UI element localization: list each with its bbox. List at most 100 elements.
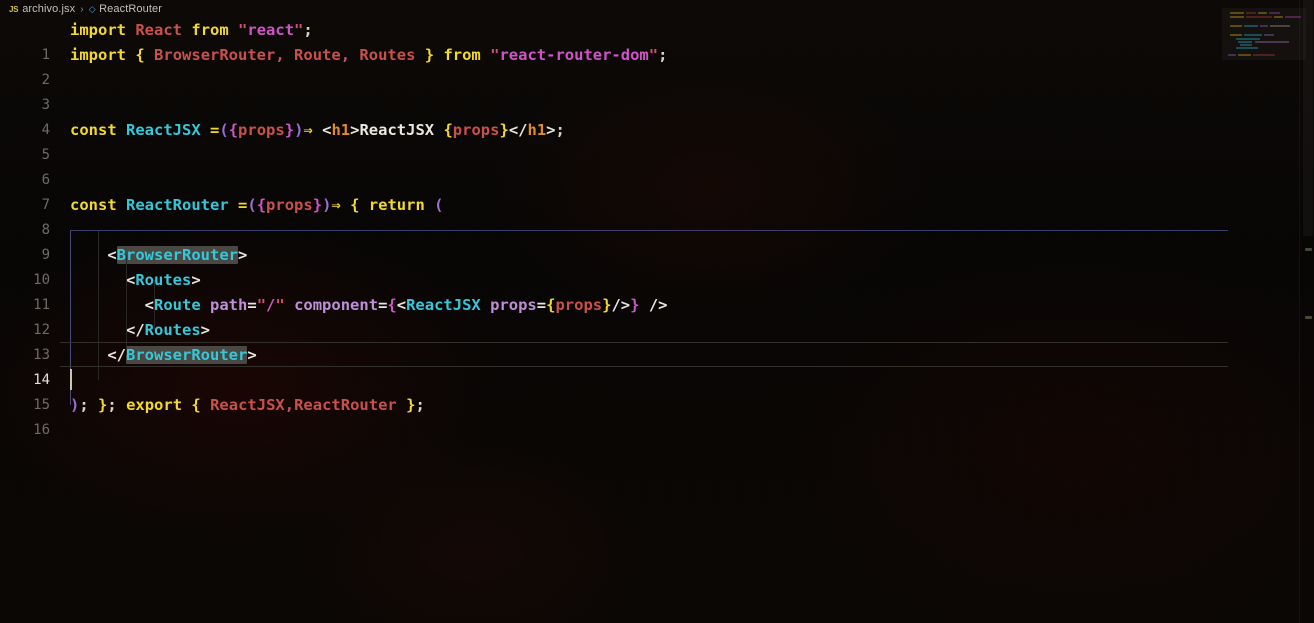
line-tokens[interactable]: const ReactJSX =({props})⇒ <h1>ReactJSX … <box>70 118 565 143</box>
minimap-row <box>1228 54 1236 56</box>
code-token: } <box>424 46 435 64</box>
minimap-row <box>1238 41 1252 43</box>
code-token: ) <box>70 396 80 414</box>
code-content-area[interactable]: 1 import React from "react"; 2 import { … <box>0 18 1314 623</box>
code-line[interactable]: 10 <BrowserRouter> <box>0 243 1314 288</box>
code-token: " <box>294 21 304 39</box>
code-token: ; <box>79 396 89 414</box>
code-token: react-router-dom <box>499 46 649 64</box>
scrollbar-thumb[interactable] <box>1303 0 1313 236</box>
code-token: , <box>340 46 351 64</box>
code-line[interactable]: 7 <box>0 168 1314 213</box>
code-token: component <box>294 296 379 314</box>
breadcrumb-symbol-name[interactable]: ReactRouter <box>99 3 162 15</box>
line-tokens[interactable]: </Routes> <box>70 318 210 343</box>
code-token: / <box>266 296 276 314</box>
code-token: react <box>247 21 295 39</box>
minimap-row <box>1260 25 1268 27</box>
scrollbar-marker <box>1305 248 1312 251</box>
line-tokens[interactable]: import React from "react"; <box>70 18 313 43</box>
code-token: = <box>247 296 257 314</box>
code-token: " <box>256 296 267 314</box>
code-line[interactable]: 13 </Routes> <box>0 318 1314 363</box>
line-tokens[interactable]: <Route path="/" component={<ReactJSX pro… <box>70 293 668 318</box>
code-token: /> <box>648 296 668 314</box>
code-token: ⇒ <box>303 121 313 139</box>
code-line[interactable]: 5 const ReactJSX =({props})⇒ <h1>ReactJS… <box>0 118 1314 163</box>
minimap-row <box>1244 25 1258 27</box>
line-tokens[interactable]: const ReactRouter =({props})⇒ { return ( <box>70 193 443 218</box>
code-token: const <box>70 196 117 214</box>
code-line[interactable]: 15 <box>0 368 1314 413</box>
code-token: ReactJSX <box>210 396 285 414</box>
code-token: , <box>284 396 295 414</box>
minimap-row <box>1255 41 1289 43</box>
minimap-row <box>1230 34 1242 36</box>
code-token: </ <box>107 346 126 364</box>
code-token: Route <box>154 296 201 314</box>
code-line[interactable]: 11 <Routes> <box>0 268 1314 313</box>
line-tokens[interactable]: import { BrowserRouter, Route, Routes } … <box>70 43 667 68</box>
vertical-scrollbar[interactable] <box>1300 0 1314 623</box>
code-line[interactable]: 2 import { BrowserRouter, Route, Routes … <box>0 43 1314 88</box>
code-line[interactable]: 6 <box>0 143 1314 188</box>
code-token: { <box>135 46 145 64</box>
code-token: export <box>126 396 183 414</box>
code-line[interactable]: 4 <box>0 93 1314 138</box>
code-line[interactable]: 8 const ReactRouter =({props})⇒ { return… <box>0 193 1314 238</box>
code-token: props <box>238 121 285 139</box>
minimap-row <box>1244 34 1262 36</box>
code-token: ⇒ <box>331 196 341 214</box>
symbol-icon: ◇ <box>88 3 96 14</box>
code-editor-root: JS archivo.jsx › ◇ ReactRouter 1 import … <box>0 0 1314 623</box>
minimap-row <box>1230 25 1242 27</box>
code-token: = <box>238 196 248 214</box>
code-line[interactable]: 1 import React from "react"; <box>0 18 1314 63</box>
code-token: , <box>275 46 285 64</box>
minimap-row <box>1236 47 1258 49</box>
code-line[interactable]: 12 <Route path="/" component={<ReactJSX … <box>0 293 1314 338</box>
code-token: from <box>191 21 229 39</box>
code-token: const <box>70 121 117 139</box>
code-token: > <box>200 321 211 339</box>
indent-guide-1 <box>98 230 99 380</box>
code-token: React <box>135 21 183 39</box>
breadcrumb-separator-icon: › <box>80 3 84 15</box>
code-token: </ <box>126 321 145 339</box>
line-tokens[interactable]: ); }; export { ReactJSX,ReactRouter }; <box>70 393 425 418</box>
code-token: = <box>210 121 220 139</box>
breadcrumb-file-name[interactable]: archivo.jsx <box>22 3 75 15</box>
code-token: < <box>396 296 407 314</box>
scrollbar-marker <box>1305 316 1312 319</box>
code-token: </ <box>508 121 528 139</box>
code-token: ; <box>107 396 117 414</box>
js-file-icon: JS <box>9 4 19 14</box>
code-token: ; <box>415 396 425 414</box>
code-token: { <box>191 396 201 414</box>
code-token: = <box>536 296 547 314</box>
code-token: BrowserRouter <box>126 346 248 364</box>
code-line-current[interactable]: 14 </BrowserRouter> <box>0 343 1314 388</box>
code-token: { <box>228 121 239 139</box>
code-line[interactable]: 16 ); }; export { ReactJSX,ReactRouter }… <box>0 393 1314 438</box>
code-token: } <box>312 196 323 214</box>
line-tokens[interactable]: <BrowserRouter> <box>70 243 247 268</box>
line-tokens[interactable]: <Routes> <box>70 268 201 293</box>
code-token: { <box>443 121 453 139</box>
code-line[interactable]: 3 <box>0 68 1314 113</box>
